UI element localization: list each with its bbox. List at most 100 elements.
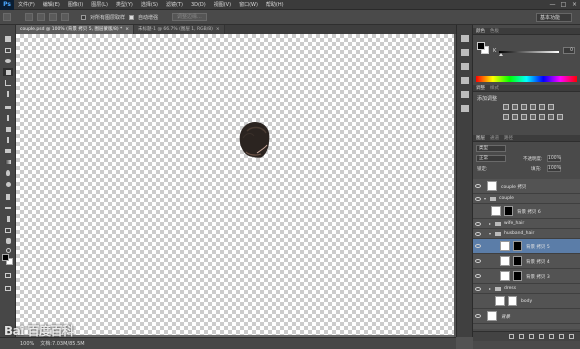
paragraph-panel-icon[interactable] [461,91,469,98]
visibility-eye-icon[interactable] [475,287,481,291]
history-panel-icon[interactable] [461,35,469,42]
properties-panel-icon[interactable] [461,49,469,56]
menu-3d[interactable]: 3D(D) [187,0,210,10]
channel-mixer-icon[interactable] [530,114,536,120]
layer-style-icon[interactable] [519,334,524,339]
link-layers-icon[interactable] [509,334,514,339]
menu-file[interactable]: 文件(F) [14,0,39,10]
menu-image[interactable]: 图像(I) [64,0,87,10]
new-layer-icon[interactable] [559,334,564,339]
healing-brush-icon[interactable] [3,103,13,111]
menu-edit[interactable]: 编辑(E) [39,0,64,10]
gradient-tool-icon[interactable] [3,158,13,166]
layer-mask-thumbnail[interactable] [513,271,522,281]
tool-presets-icon[interactable] [461,105,469,112]
tab-untitled[interactable]: 未标题-1 @ 66.7% (图层 1, RGB/8) × [134,25,225,34]
sample-all-checkbox[interactable] [81,14,86,20]
color-balance-icon[interactable] [503,114,509,120]
zoom-tool-icon[interactable] [3,246,13,254]
move-tool-icon[interactable] [3,35,13,43]
delete-layer-icon[interactable] [569,334,574,339]
foreground-color-swatch[interactable] [2,254,9,261]
eyedropper-tool-icon[interactable] [3,90,13,98]
layer-mask-thumbnail[interactable] [508,296,517,306]
hue-saturation-icon[interactable] [548,104,554,110]
invert-icon[interactable] [548,114,554,120]
history-brush-icon[interactable] [3,136,13,144]
vibrance-icon[interactable] [539,104,545,110]
document-canvas[interactable] [16,34,454,335]
add-mask-icon[interactable] [529,334,534,339]
minimize-button[interactable]: — [549,1,556,8]
k-slider-thumb[interactable] [499,53,503,56]
tab-layers[interactable]: 图层 [476,135,485,141]
maximize-button[interactable]: □ [560,1,567,8]
subtract-selection-icon[interactable] [49,13,57,21]
screen-mode-icon[interactable] [3,284,13,292]
brush-size-icon[interactable] [61,13,69,21]
color-lookup-icon[interactable] [539,114,545,120]
workspace-select[interactable]: 基本功能 [536,13,572,22]
new-adjustment-icon[interactable] [539,334,544,339]
k-slider[interactable] [499,51,559,53]
menu-window[interactable]: 窗口(W) [235,0,262,10]
color-spectrum[interactable] [476,76,577,82]
expand-arrow-icon[interactable]: ▾ [484,196,486,201]
character-panel-icon[interactable] [461,77,469,84]
menu-type[interactable]: 类型(Y) [112,0,137,10]
menu-layer[interactable]: 图层(L) [87,0,112,10]
visibility-eye-icon[interactable] [475,274,481,278]
tab-color[interactable]: 颜色 [476,28,485,34]
close-icon[interactable]: × [216,27,220,32]
tab-paths[interactable]: 路径 [504,135,513,141]
layer-row[interactable]: 背景 拷贝 6 [473,204,580,219]
crop-tool-icon[interactable] [3,79,13,87]
layer-mask-thumbnail[interactable] [513,256,522,266]
type-tool-icon[interactable] [3,204,13,212]
filter-type-select[interactable]: 类型 [476,145,506,152]
add-to-selection-icon[interactable] [37,13,45,21]
lasso-tool-icon[interactable] [3,57,13,65]
brush-tool-icon[interactable] [3,114,13,122]
visibility-eye-icon[interactable] [475,244,481,248]
pen-tool-icon[interactable] [3,193,13,201]
menu-view[interactable]: 视图(V) [210,0,235,10]
foreground-color-swatch[interactable] [477,42,485,50]
new-selection-icon[interactable] [25,13,33,21]
black-white-icon[interactable] [512,114,518,120]
layer-row-selected[interactable]: 背景 拷贝 5 [473,239,580,254]
marquee-tool-icon[interactable] [3,46,13,54]
levels-icon[interactable] [512,104,518,110]
layer-group-row[interactable]: ▾ husband_hair [473,229,580,239]
opacity-input[interactable]: 100% [547,155,561,162]
tab-couple[interactable]: couple.psd @ 100% (背景 拷贝 5, 图层蒙版/8) * × [16,25,135,34]
hand-tool-icon[interactable] [3,237,13,245]
layer-group-row[interactable]: ▸ dress [473,284,580,294]
layer-group-row[interactable]: ▸ wife_hair [473,219,580,229]
expand-arrow-icon[interactable]: ▸ [489,286,491,291]
blend-mode-select[interactable]: 正常 [476,155,506,162]
layer-mask-thumbnail[interactable] [513,241,522,251]
visibility-eye-icon[interactable] [475,259,481,263]
tab-adjustments[interactable]: 调整 [476,85,485,91]
posterize-icon[interactable] [557,114,563,120]
photo-filter-icon[interactable] [521,114,527,120]
close-button[interactable]: × [571,1,578,8]
blur-tool-icon[interactable] [3,169,13,177]
fill-input[interactable]: 100% [547,165,561,172]
quick-mask-icon[interactable] [3,271,13,279]
visibility-eye-icon[interactable] [475,197,481,201]
exposure-icon[interactable] [530,104,536,110]
menu-help[interactable]: 帮助(H) [262,0,288,10]
close-icon[interactable]: × [125,27,129,32]
tab-channels[interactable]: 通道 [490,135,499,141]
clone-stamp-icon[interactable] [3,125,13,133]
k-value-input[interactable]: 0 [563,47,575,54]
auto-enhance-checkbox[interactable] [129,14,135,20]
visibility-eye-icon[interactable] [475,222,481,226]
layer-row[interactable]: 背景 拷贝 3 [473,269,580,284]
tab-styles[interactable]: 样式 [490,85,499,91]
visibility-eye-icon[interactable] [475,184,481,188]
visibility-eye-icon[interactable] [475,314,481,318]
eraser-tool-icon[interactable] [3,147,13,155]
